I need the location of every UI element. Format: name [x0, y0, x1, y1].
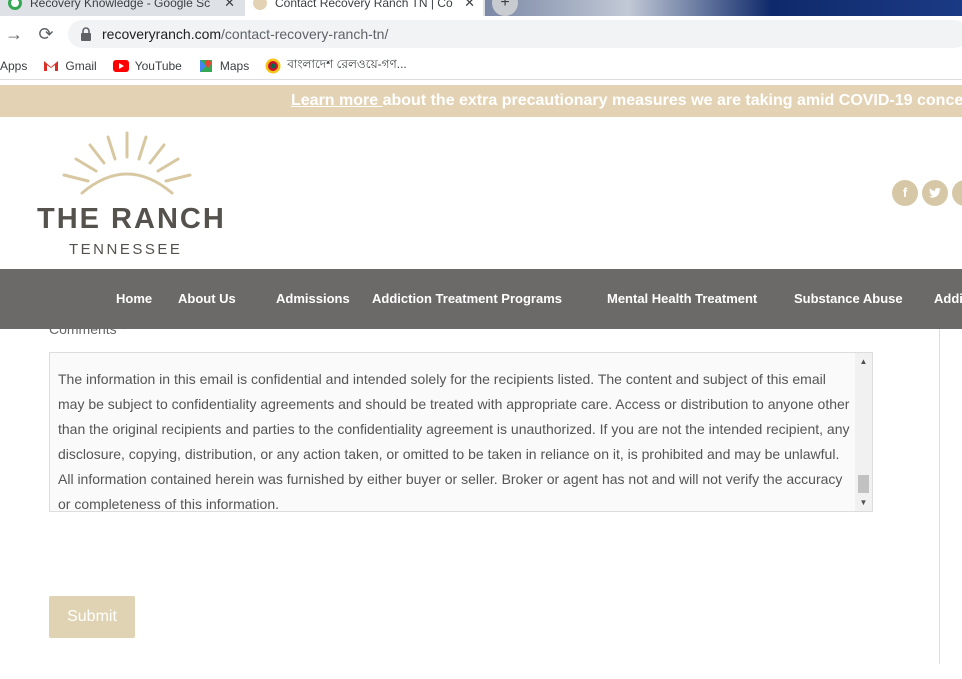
close-tab-icon[interactable]: ✕ [224, 0, 235, 11]
banner-text: about the extra precautionary measures w… [382, 92, 962, 109]
browser-toolbar: → ⟳ recoveryranch.com/contact-recovery-r… [0, 16, 962, 52]
maps-icon [199, 59, 212, 72]
bookmark-youtube[interactable]: YouTube [112, 58, 182, 73]
learn-more-link[interactable]: Learn more [291, 92, 383, 109]
bookmark-gmail[interactable]: Gmail [43, 58, 97, 73]
bookmark-maps[interactable]: Maps [198, 58, 249, 74]
bookmark-bd-railway[interactable]: বাংলাদেশ রেলওয়ে-গণ... [265, 56, 407, 76]
bookmark-label: Gmail [65, 58, 97, 73]
ranch-favicon-icon [253, 0, 267, 10]
close-tab-icon[interactable]: ✕ [464, 0, 475, 11]
url-path: /contact-recovery-ranch-tn/ [221, 26, 389, 42]
twitter-icon[interactable] [922, 180, 948, 206]
bookmark-label: Apps [0, 58, 28, 73]
browser-tab-1[interactable]: Recovery Knowledge - Google Sc ✕ [0, 0, 243, 16]
tabstrip-background-image [485, 0, 962, 16]
submit-button[interactable]: Submit [49, 596, 135, 638]
nav-item-admissions[interactable]: Admissions [276, 291, 350, 306]
bookmark-label: বাংলাদেশ রেলওয়ে-গণ... [287, 56, 407, 71]
gmail-icon [44, 60, 59, 71]
nav-item-addiction-treatment-programs[interactable]: Addiction Treatment Programs [372, 291, 562, 306]
bookmark-label: Maps [219, 58, 250, 73]
sidebar-divider [939, 329, 940, 664]
facebook-icon[interactable]: f [892, 180, 918, 206]
nav-item-about-us[interactable]: About Us [178, 291, 236, 306]
tab-title: Contact Recovery Ranch TN | Co [275, 0, 453, 10]
tab-title: Recovery Knowledge - Google Sc [30, 0, 211, 10]
main-nav: Home About Us Admissions Addiction Treat… [0, 269, 962, 329]
youtube-icon [112, 59, 129, 72]
bookmark-label: YouTube [134, 58, 182, 73]
more-social-icon[interactable] [952, 180, 962, 206]
browser-tabstrip: Recovery Knowledge - Google Sc ✕ Contact… [0, 0, 962, 16]
nav-item-home[interactable]: Home [116, 291, 152, 306]
logo-title: THE RANCH [37, 203, 226, 235]
url-domain: recoveryranch.com [102, 26, 222, 42]
bd-railway-icon [265, 58, 281, 73]
scroll-up-arrow-icon[interactable]: ▲ [855, 353, 872, 370]
nav-item-addi-truncated[interactable]: Addi [934, 291, 962, 306]
site-header: THE RANCH TENNESSEE f [0, 117, 962, 269]
scroll-down-arrow-icon[interactable]: ▼ [855, 494, 872, 511]
covid-banner: Learn more about the extra precautionary… [0, 85, 962, 117]
sunrise-logo-icon [62, 131, 192, 195]
forward-arrow-icon[interactable]: → [0, 20, 28, 48]
comments-textarea[interactable]: The information in this email is confide… [49, 352, 873, 512]
bookmark-apps[interactable]: Apps [0, 59, 27, 73]
address-bar[interactable]: recoveryranch.com/contact-recovery-ranch… [68, 20, 962, 48]
browser-tab-2-active[interactable]: Contact Recovery Ranch TN | Co ✕ [245, 0, 483, 16]
nav-item-substance-abuse[interactable]: Substance Abuse [794, 291, 903, 306]
bookmarks-bar: Apps Gmail YouTube Maps বাংলাদেশ রেলওয়ে… [0, 52, 962, 80]
reload-icon[interactable]: ⟳ [32, 20, 60, 48]
lock-icon [81, 27, 91, 41]
nav-item-mental-health-treatment[interactable]: Mental Health Treatment [607, 291, 757, 306]
comments-text: The information in this email is confide… [58, 371, 850, 512]
logo-subtitle: TENNESSEE [69, 241, 183, 258]
textarea-scrollbar[interactable]: ▲ ▼ [855, 353, 872, 511]
google-scholar-favicon-icon [8, 0, 22, 10]
scrollbar-thumb[interactable] [858, 475, 869, 493]
